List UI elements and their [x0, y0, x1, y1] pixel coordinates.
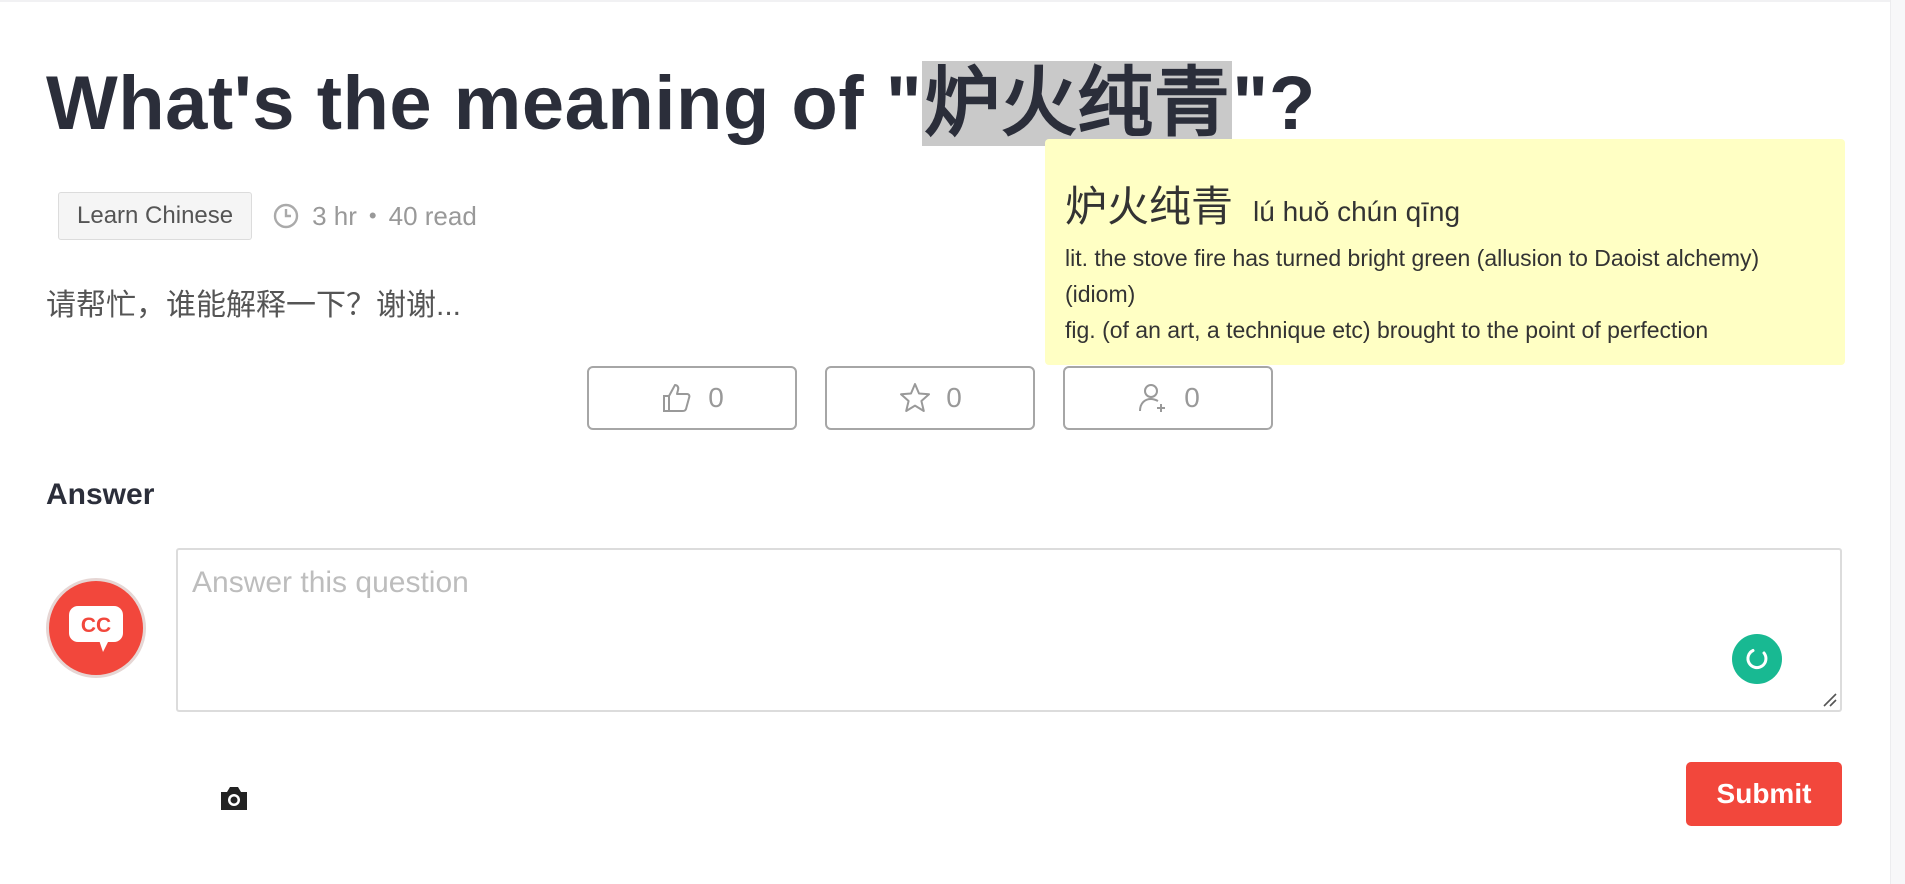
top-divider — [0, 0, 1890, 2]
dictionary-popup: 炉火纯青 lú huǒ chún qīng lit. the stove fir… — [1045, 139, 1845, 365]
resize-handle-icon[interactable] — [1820, 690, 1838, 708]
post-time: 3 hr — [312, 200, 357, 231]
answer-box — [176, 548, 1842, 712]
popup-definition: (idiom) — [1065, 281, 1136, 307]
avatar: CC — [46, 578, 146, 678]
follow-count: 0 — [1184, 382, 1200, 413]
add-user-icon — [1139, 384, 1166, 412]
category-tag[interactable]: Learn Chinese — [58, 192, 253, 240]
speech-bubble-logo-icon: CC — [69, 606, 123, 652]
answer-input[interactable] — [178, 550, 1840, 710]
favorite-count: 0 — [946, 382, 962, 413]
popup-definition: lit. the stove fire has turned bright gr… — [1065, 245, 1760, 271]
camera-icon[interactable] — [218, 784, 250, 812]
question-meta: Learn Chinese 3 hr • 40 read — [58, 192, 477, 240]
title-prefix: What's the meaning of " — [46, 61, 923, 146]
submit-button[interactable]: Submit — [1686, 762, 1842, 826]
avatar-text: CC — [81, 614, 111, 637]
scrollbar[interactable] — [1890, 0, 1905, 884]
thumbs-up-icon — [663, 384, 691, 412]
like-count: 0 — [708, 382, 724, 413]
answer-heading: Answer — [46, 478, 155, 511]
popup-hanzi: 炉火纯青 — [1065, 183, 1234, 230]
like-button[interactable]: 0 — [587, 366, 797, 430]
star-icon — [900, 383, 931, 412]
popup-pinyin: lú huǒ chún qīng — [1253, 196, 1461, 227]
title-suffix: "? — [1232, 61, 1316, 146]
clock-icon — [273, 203, 299, 229]
action-bar: 0 0 0 — [587, 366, 1273, 430]
popup-definitions: lit. the stove fire has turned bright gr… — [1065, 240, 1825, 348]
grammar-checker-icon[interactable] — [1732, 634, 1782, 684]
meta-separator: • — [368, 203, 377, 228]
popup-definition: fig. (of an art, a technique etc) brough… — [1065, 317, 1709, 343]
question-description: 请帮忙，谁能解释一下？谢谢... — [46, 289, 462, 322]
follow-button[interactable]: 0 — [1063, 366, 1273, 430]
title-highlighted-word[interactable]: 炉火纯青 — [922, 61, 1233, 146]
read-count: 40 read — [388, 200, 477, 231]
loading-spinner-icon — [1746, 649, 1768, 670]
popup-headword: 炉火纯青 lú huǒ chún qīng — [1065, 173, 1825, 234]
favorite-button[interactable]: 0 — [825, 366, 1035, 430]
page: What's the meaning of "炉火纯青"? Learn Chin… — [0, 0, 1905, 884]
